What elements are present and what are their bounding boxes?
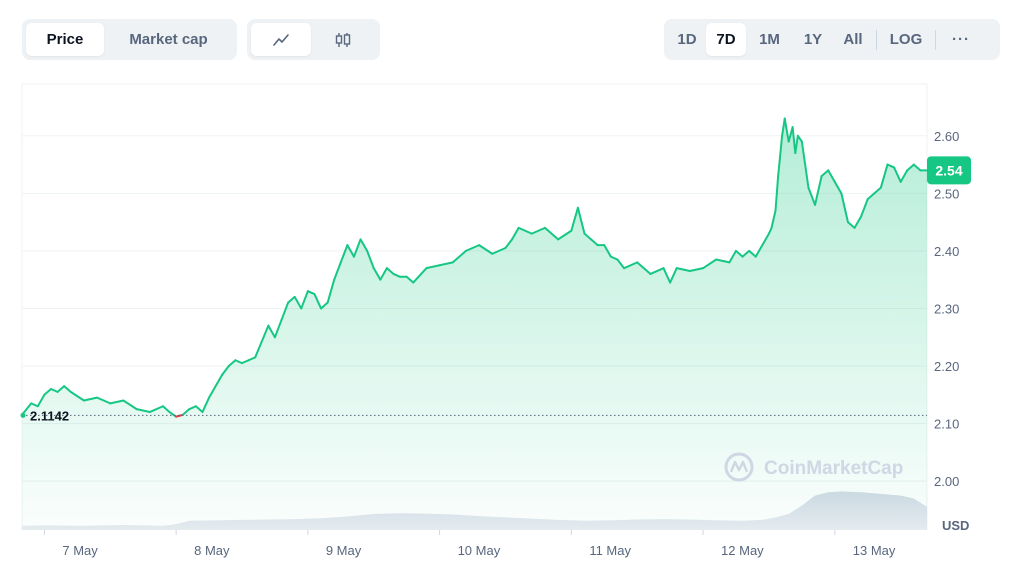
- x-tick-label: 12 May: [721, 543, 764, 558]
- y-tick-label: 2.50: [934, 186, 959, 201]
- y-tick-label: 2.00: [934, 474, 959, 489]
- watermark-text: CoinMarketCap: [764, 458, 903, 479]
- x-tick-label: 13 May: [853, 543, 896, 558]
- open-price-label: 2.1142: [30, 408, 69, 423]
- y-tick-label: 2.30: [934, 301, 959, 316]
- x-tick-label: 9 May: [326, 543, 362, 558]
- x-tick-label: 11 May: [589, 543, 631, 558]
- x-tick-label: 8 May: [194, 543, 230, 558]
- y-tick-label: 2.60: [934, 129, 959, 144]
- x-tick-label: 10 May: [458, 543, 501, 558]
- open-price-dot: [20, 412, 26, 418]
- y-tick-label: 2.40: [934, 244, 959, 259]
- currency-label: USD: [942, 518, 969, 533]
- current-price-label: 2.54: [935, 162, 962, 178]
- y-tick-label: 2.10: [934, 417, 959, 432]
- x-tick-label: 7 May: [62, 543, 98, 558]
- price-chart: 2.1142 2.00 2.10 2.20 2.30 2.40 2.50 2.60 USD 7 …: [20, 83, 971, 558]
- y-tick-label: 2.20: [934, 359, 959, 374]
